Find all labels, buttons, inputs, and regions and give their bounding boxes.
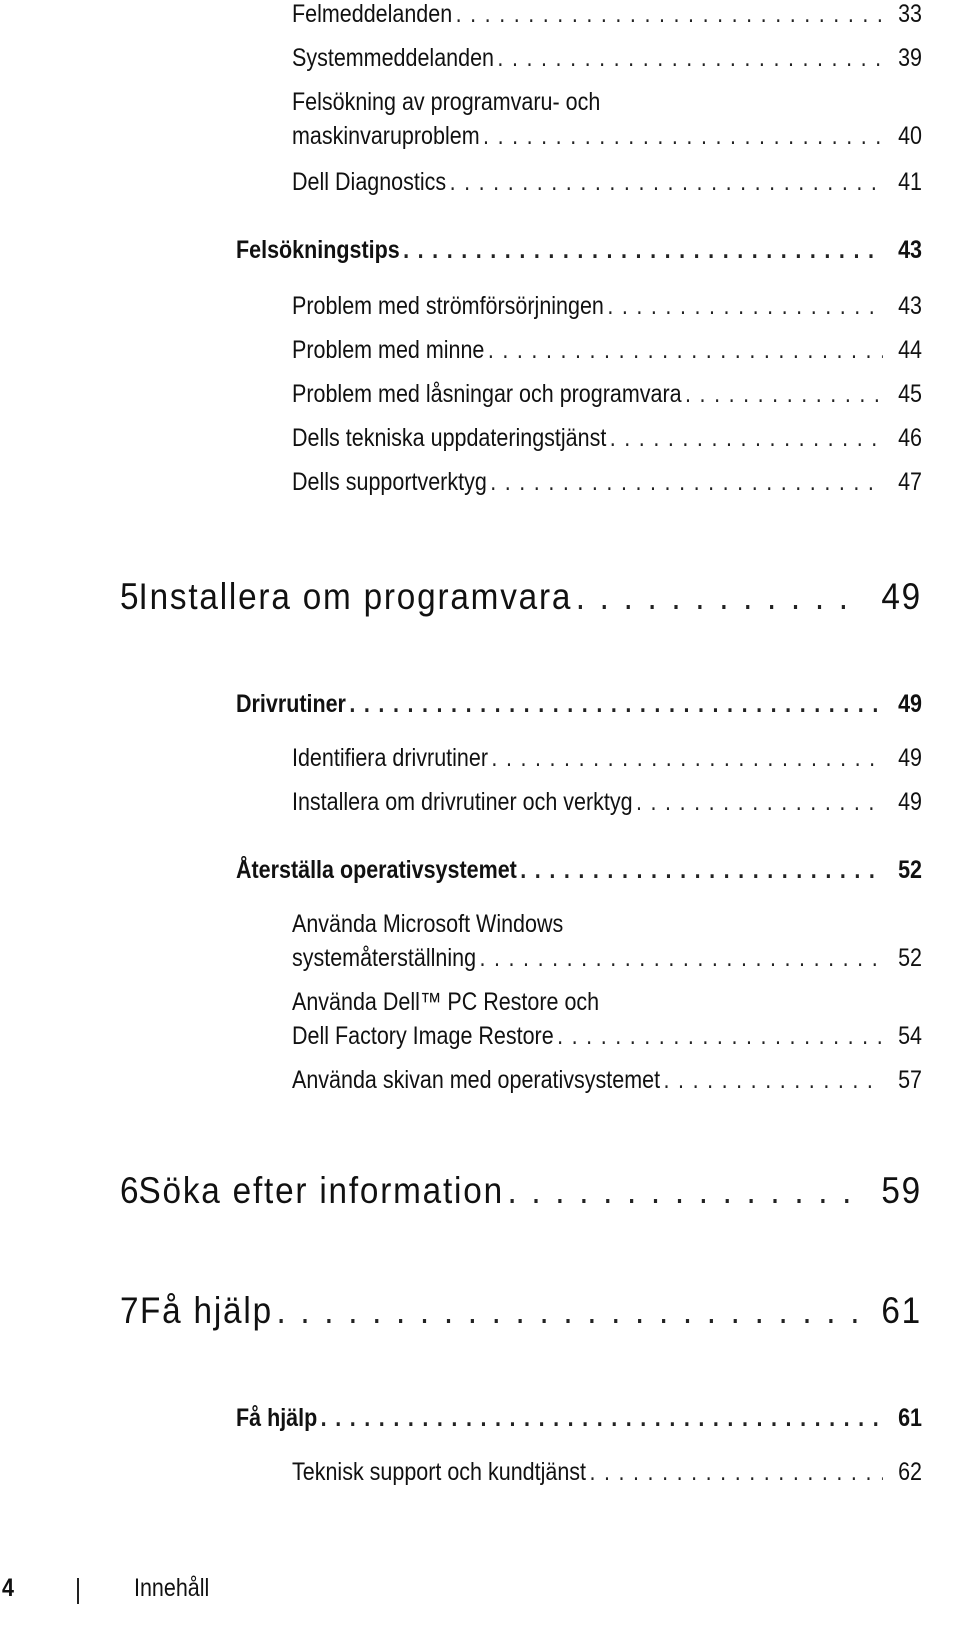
dot-leader xyxy=(349,690,882,719)
toc-entry[interactable]: Problem med minne 44 xyxy=(292,336,922,365)
toc-entry-page: 47 xyxy=(898,468,922,496)
dot-leader xyxy=(610,424,883,453)
toc-entry[interactable]: systemåterställning 52 xyxy=(292,944,922,973)
toc-section-title: Återställa operativsystemet xyxy=(236,856,517,884)
toc-chapter[interactable]: 6 Söka efter information 59 xyxy=(120,1170,922,1212)
toc-entry[interactable]: Teknisk support och kundtjänst 62 xyxy=(292,1458,922,1487)
toc-entry[interactable]: Dell Diagnostics 41 xyxy=(292,168,922,197)
toc-entry-title: Felmeddelanden xyxy=(292,0,453,28)
toc-entry[interactable]: Installera om drivrutiner och verktyg 49 xyxy=(292,788,922,817)
dot-leader xyxy=(491,744,882,773)
toc-section-title: Felsökningstips xyxy=(236,236,400,264)
toc-entry-title: Systemmeddelanden xyxy=(292,44,494,72)
dot-leader xyxy=(520,856,882,885)
dot-leader xyxy=(403,236,882,265)
toc-entry-page: 49 xyxy=(898,788,922,816)
toc-chapter-page: 49 xyxy=(881,576,922,617)
toc-entry-title: Dells supportverktyg xyxy=(292,468,487,496)
toc-entry-title: Problem med strömförsörjningen xyxy=(292,292,604,320)
dot-leader xyxy=(507,1170,865,1212)
dot-leader xyxy=(557,1022,882,1051)
toc-entry-page: 49 xyxy=(898,744,922,772)
dot-leader xyxy=(497,44,882,73)
dot-leader xyxy=(636,788,883,817)
toc-entry[interactable]: Problem med låsningar och programvara 45 xyxy=(292,380,922,409)
toc-entry[interactable]: Dells tekniska uppdateringstjänst 46 xyxy=(292,424,922,453)
toc-entry[interactable]: Dells supportverktyg 47 xyxy=(292,468,922,497)
toc-entry[interactable]: Identifiera drivrutiner 49 xyxy=(292,744,922,773)
toc-entry[interactable]: maskinvaruproblem 40 xyxy=(292,122,922,151)
toc-section[interactable]: Felsökningstips 43 xyxy=(236,236,922,265)
toc-section-title: Drivrutiner xyxy=(236,690,346,718)
toc-entry-title: Problem med minne xyxy=(292,336,485,364)
toc-entry-page: 62 xyxy=(898,1458,922,1486)
toc-entry-page: 54 xyxy=(898,1022,922,1050)
page-number: 4 xyxy=(2,1574,14,1602)
toc-chapter-number: 7 xyxy=(120,1290,139,1331)
toc-entry[interactable]: Använda skivan med operativsystemet 57 xyxy=(292,1066,922,1095)
toc-entry[interactable]: Systemmeddelanden 39 xyxy=(292,44,922,73)
toc-chapter-page: 61 xyxy=(881,1290,922,1331)
dot-leader xyxy=(450,168,883,197)
dot-leader xyxy=(321,1404,883,1433)
toc-entry-page: 40 xyxy=(898,122,922,150)
toc-chapter-title: Installera om programvara xyxy=(138,576,573,617)
toc-entry-title: Teknisk support och kundtjänst xyxy=(292,1458,586,1486)
toc-entry-page: 43 xyxy=(898,292,922,320)
dot-leader xyxy=(685,380,883,409)
toc-entry-title: Dells tekniska uppdateringstjänst xyxy=(292,424,607,452)
toc-chapter[interactable]: 7 Få hjälp 61 xyxy=(120,1290,922,1332)
toc-section[interactable]: Återställa operativsystemet 52 xyxy=(236,856,922,885)
toc-entry-title-line1[interactable]: Använda Microsoft Windows xyxy=(292,910,563,939)
footer-divider xyxy=(77,1578,79,1604)
toc-entry-title: Dell Factory Image Restore xyxy=(292,1022,554,1050)
toc-chapter-title: Få hjälp xyxy=(140,1290,273,1331)
dot-leader xyxy=(664,1066,883,1095)
toc-entry-title: Installera om drivrutiner och verktyg xyxy=(292,788,633,816)
toc-entry-title: systemåterställning xyxy=(292,944,477,972)
toc-entry-title: Använda skivan med operativsystemet xyxy=(292,1066,661,1094)
toc-entry-title-line1[interactable]: Använda Dell™ PC Restore och xyxy=(292,988,599,1017)
toc-section-page: 52 xyxy=(898,856,922,884)
toc-section-title: Få hjälp xyxy=(236,1404,318,1432)
dot-leader xyxy=(488,336,883,365)
dot-leader xyxy=(277,1290,866,1332)
footer-section-label: Innehåll xyxy=(134,1574,210,1602)
toc-entry-page: 33 xyxy=(898,0,922,28)
toc-section[interactable]: Få hjälp 61 xyxy=(236,1404,922,1433)
toc-chapter-number: 5 xyxy=(120,576,139,617)
toc-section[interactable]: Drivrutiner 49 xyxy=(236,690,922,719)
toc-chapter-number: 6 xyxy=(120,1170,139,1211)
toc-entry-page: 57 xyxy=(898,1066,922,1094)
toc-entry-page: 46 xyxy=(898,424,922,452)
dot-leader xyxy=(607,292,882,321)
dot-leader xyxy=(576,576,865,618)
toc-entry-title: Problem med låsningar och programvara xyxy=(292,380,682,408)
toc-entry[interactable]: Dell Factory Image Restore 54 xyxy=(292,1022,922,1051)
toc-entry-title-line1[interactable]: Felsökning av programvaru- och xyxy=(292,88,600,117)
dot-leader xyxy=(589,1458,882,1487)
toc-chapter[interactable]: 5 Installera om programvara 49 xyxy=(120,576,922,618)
toc-entry-page: 41 xyxy=(898,168,922,196)
toc-section-page: 49 xyxy=(898,690,922,718)
toc-entry-page: 44 xyxy=(898,336,922,364)
toc-entry-title: maskinvaruproblem xyxy=(292,122,480,150)
dot-leader xyxy=(456,0,883,29)
dot-leader xyxy=(490,468,882,497)
toc-section-page: 43 xyxy=(898,236,922,264)
toc-section-page: 61 xyxy=(898,1404,922,1432)
toc-chapter-page: 59 xyxy=(881,1170,922,1211)
dot-leader xyxy=(479,944,882,973)
toc-entry[interactable]: Felmeddelanden 33 xyxy=(292,0,922,29)
toc-entry-page: 52 xyxy=(898,944,922,972)
toc-entry-title: Dell Diagnostics xyxy=(292,168,447,196)
toc-entry-page: 39 xyxy=(898,44,922,72)
dot-leader xyxy=(483,122,883,151)
toc-entry-title: Identifiera drivrutiner xyxy=(292,744,488,772)
toc-entry[interactable]: Problem med strömförsörjningen 43 xyxy=(292,292,922,321)
toc-chapter-title: Söka efter information xyxy=(138,1170,504,1211)
toc-entry-page: 45 xyxy=(898,380,922,408)
